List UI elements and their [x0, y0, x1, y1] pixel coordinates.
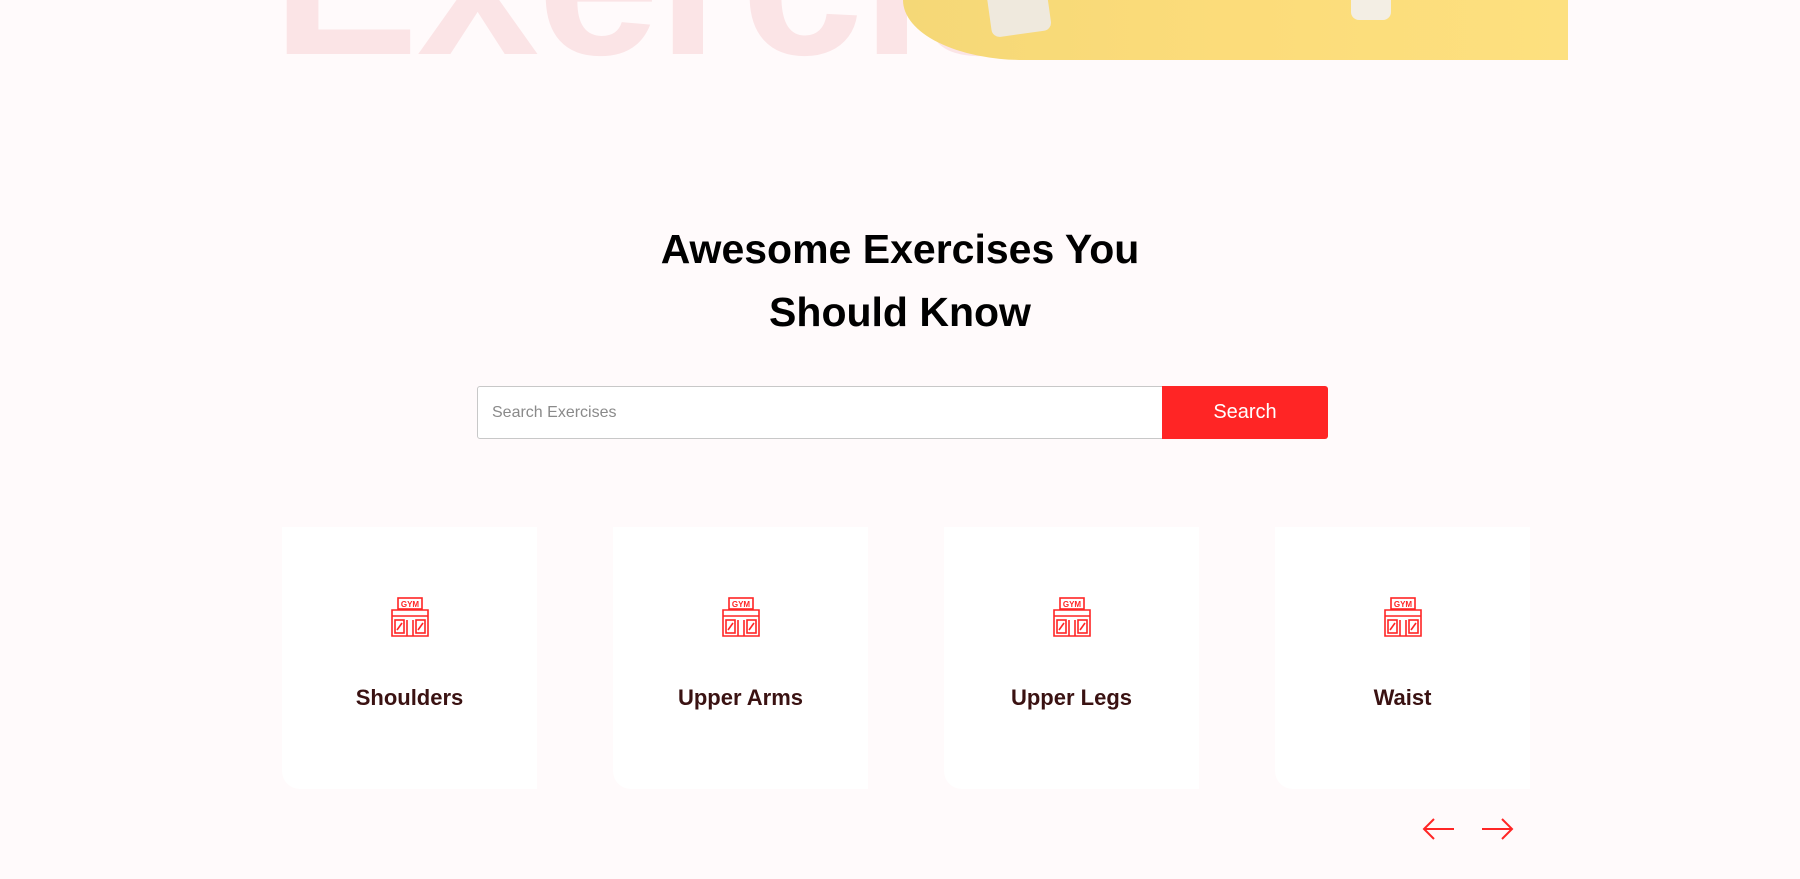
arrow-right-icon[interactable] — [1476, 812, 1516, 846]
gym-icon: GYM — [1053, 597, 1091, 637]
gym-icon: GYM — [722, 597, 760, 637]
gym-icon: GYM — [391, 597, 429, 637]
carousel-arrows — [1420, 812, 1520, 846]
body-part-label: Upper Legs — [1010, 685, 1133, 710]
body-part-card-upper-arms[interactable]: GYM Upper Arms — [613, 527, 868, 789]
section-title-line-2: Should Know — [769, 289, 1031, 335]
svg-text:GYM: GYM — [401, 600, 420, 609]
gym-icon: GYM — [1384, 597, 1422, 637]
body-part-carousel: GYM Shoulders GYM Upper Arms GYM Upper L… — [282, 527, 1532, 789]
body-part-label: Shoulders — [355, 685, 464, 710]
body-part-card-upper-legs[interactable]: GYM Upper Legs — [944, 527, 1199, 789]
search-input[interactable] — [477, 386, 1163, 439]
shoe-right — [1351, 0, 1391, 20]
svg-text:GYM: GYM — [1063, 600, 1082, 609]
page: Exercise Awesome Exercises You Should Kn… — [0, 0, 1800, 879]
body-part-label: Upper Arms — [677, 685, 804, 710]
body-part-card-shoulders[interactable]: GYM Shoulders — [282, 527, 537, 789]
section-title-line-1: Awesome Exercises You — [660, 226, 1140, 272]
body-part-card-waist[interactable]: GYM Waist — [1275, 527, 1530, 789]
body-part-label: Waist — [1373, 685, 1432, 710]
svg-text:GYM: GYM — [732, 600, 751, 609]
svg-text:GYM: GYM — [1394, 600, 1413, 609]
shoe-left — [985, 0, 1053, 38]
section-title: Awesome Exercises You Should Know — [0, 218, 1800, 344]
search-bar: Search — [477, 386, 1328, 439]
hero-banner-image — [903, 0, 1568, 60]
arrow-left-icon[interactable] — [1420, 812, 1460, 846]
search-button[interactable]: Search — [1162, 386, 1328, 439]
